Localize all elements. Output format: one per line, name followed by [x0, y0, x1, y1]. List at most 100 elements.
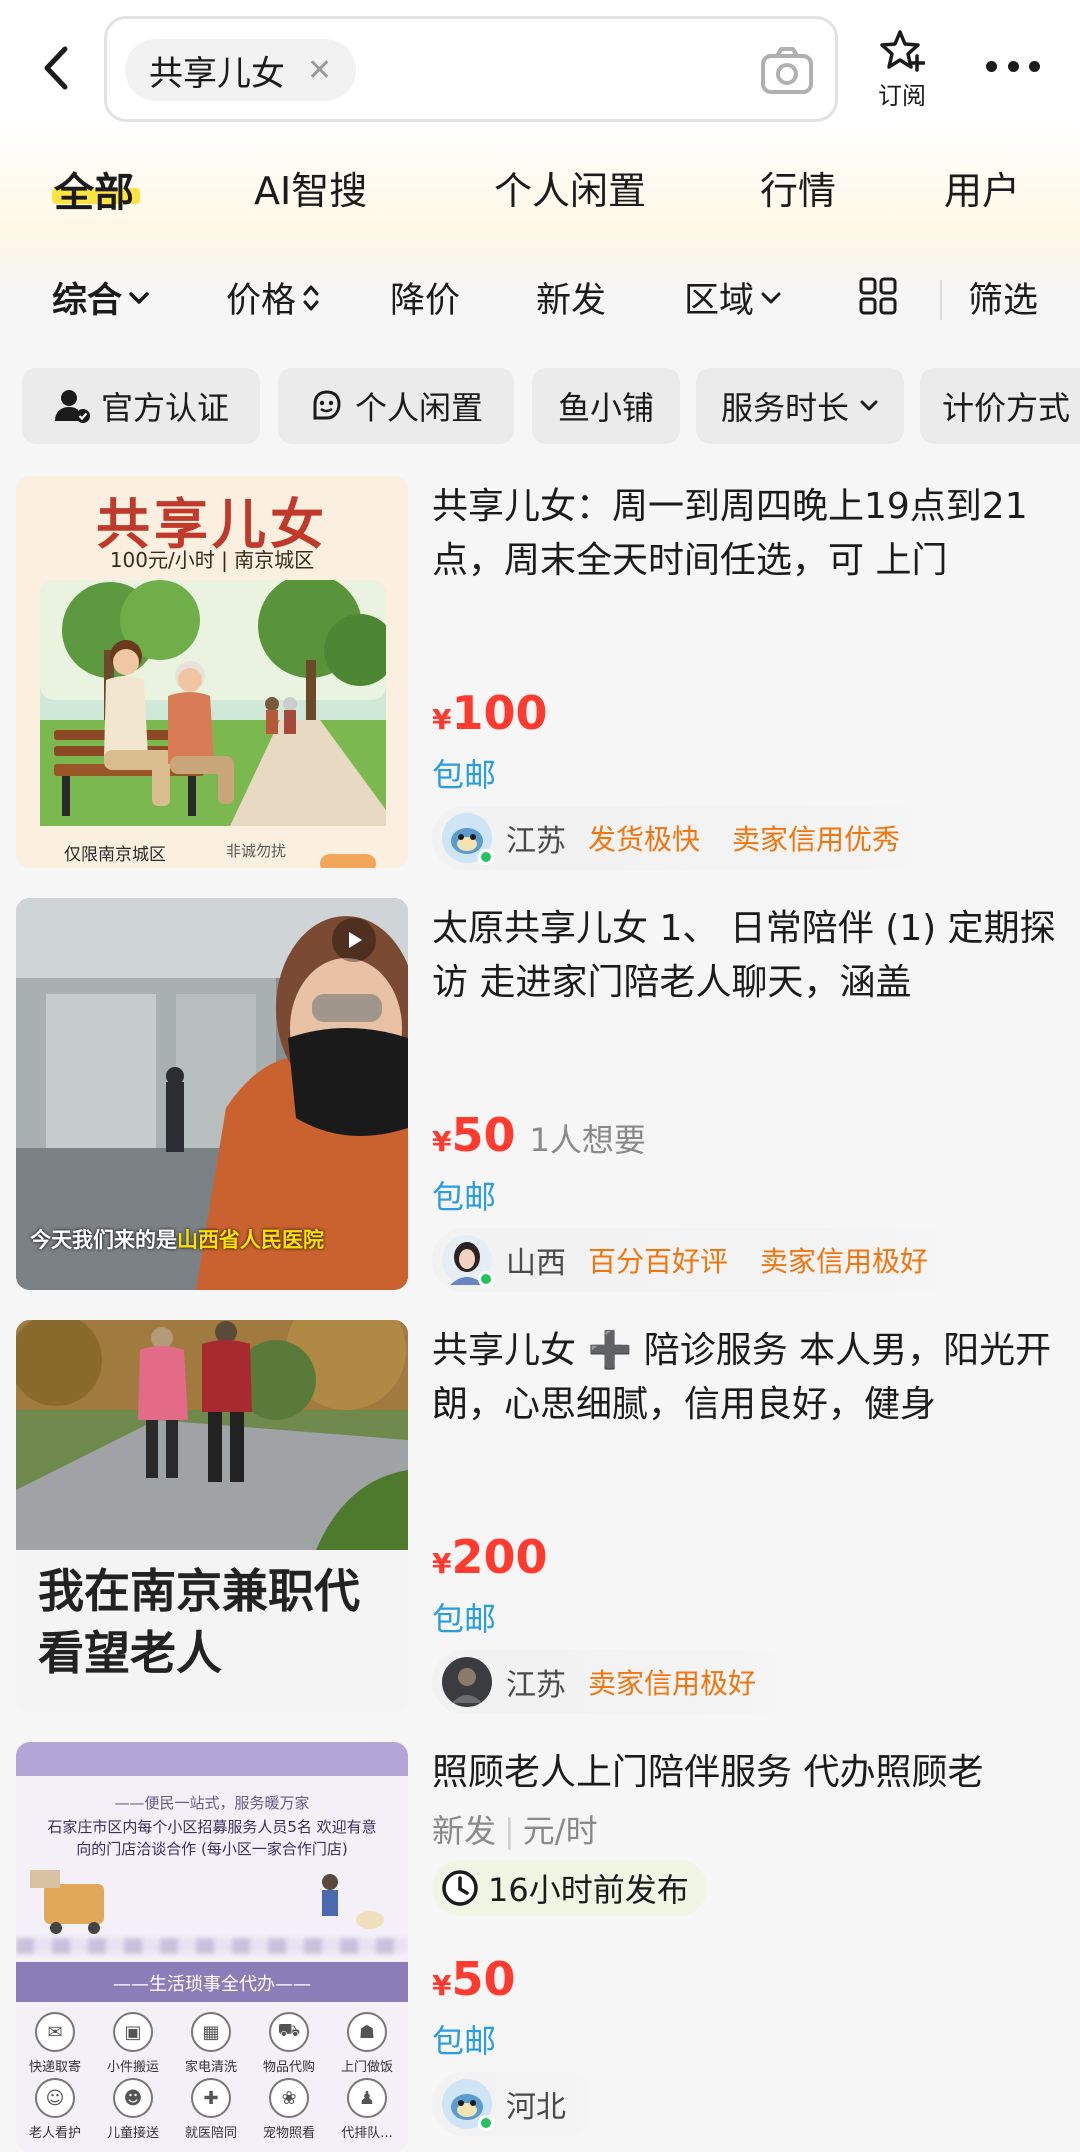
- listing-card[interactable]: 我在南京兼职代看望老人 共享儿女 ➕ 陪诊服务 本人男，阳光开朗，心思细腻，信用…: [0, 1320, 1080, 1720]
- meta-separator: |: [504, 1812, 515, 1850]
- price-value: 50: [451, 1108, 516, 1162]
- chip-service-duration[interactable]: 服务时长: [696, 368, 904, 444]
- thumb-header-band: [16, 1742, 408, 1776]
- currency-symbol: ¥: [432, 1125, 452, 1158]
- listing-title[interactable]: 太原共享儿女 1、 日常陪伴 (1) 定期探访 走进家门陪老人聊天，涵盖: [432, 902, 1060, 1010]
- appliance-icon: ▦: [191, 2012, 231, 2052]
- currency-symbol: ¥: [432, 703, 452, 736]
- filter-chips: 官方认证 个人闲置 鱼小铺 服务时长 计价方式: [0, 368, 1080, 446]
- sort-bar: 综合 价格 降价 新发 区域 筛选: [0, 262, 1080, 332]
- chip-fish-shop[interactable]: 鱼小铺: [532, 368, 680, 444]
- search-query-chip[interactable]: 共享儿女 ✕: [125, 39, 357, 101]
- elder-icon: ☺: [35, 2078, 75, 2118]
- seller-info[interactable]: 山西 百分百好评 卖家信用极好: [432, 1228, 973, 1292]
- subscribe-button[interactable]: 订阅: [870, 28, 934, 114]
- medical-cross-icon: ✚: [191, 2078, 231, 2118]
- thumb-slogan: ——便民一站式，服务暖万家: [114, 1794, 310, 1812]
- chip-label: 计价方式: [942, 389, 1071, 427]
- avatar: [442, 813, 494, 865]
- listing-thumbnail[interactable]: 今天我们来的是山西省人民医院: [16, 898, 408, 1290]
- service-item: ✚ 就医陪同: [172, 2078, 250, 2141]
- meta-unit: 元/时: [522, 1812, 598, 1850]
- camera-icon[interactable]: [759, 43, 815, 99]
- listing-thumbnail[interactable]: 共享儿女 100元/小时 | 南京城区 仅限南京城区 非诚勿扰: [16, 476, 408, 868]
- listing-card[interactable]: 共享儿女 100元/小时 | 南京城区 仅限南京城区 非诚勿扰 共享儿女：周一到…: [0, 476, 1080, 876]
- service-item: ☗ 上门做饭: [328, 2012, 406, 2075]
- service-item: ❀ 宠物照看: [250, 2078, 328, 2141]
- listing-title[interactable]: 照顾老人上门陪伴服务 代办照顾老: [432, 1746, 1060, 1800]
- service-label: 快递取寄: [28, 2060, 81, 2075]
- search-header: 共享儿女 ✕ 订阅: [0, 0, 1080, 130]
- tab-users[interactable]: 用户: [944, 160, 1020, 215]
- category-tabs: 全部 AI智搜 个人闲置 行情 用户: [0, 150, 1080, 230]
- star-plus-icon: [880, 30, 925, 72]
- seller-tag: 卖家信用优秀: [732, 823, 901, 856]
- delivery-illustration: [30, 1870, 384, 1934]
- service-item: ▦ 家电清洗: [172, 2012, 250, 2075]
- grid-view-icon[interactable]: [858, 276, 898, 316]
- tab-all[interactable]: 全部: [54, 160, 134, 218]
- seller-tag: 卖家信用极好: [760, 1245, 929, 1278]
- seller-info[interactable]: 江苏 发货极快 卖家信用优秀: [432, 806, 945, 870]
- online-status-dot: [478, 849, 494, 865]
- tab-personal-idle[interactable]: 个人闲置: [494, 160, 646, 215]
- listing-price: ¥100: [432, 686, 548, 740]
- service-item: ☺ 老人看护: [16, 2078, 94, 2141]
- sort-price-label: 价格: [226, 281, 297, 321]
- chip-pricing-method[interactable]: 计价方式: [920, 368, 1080, 444]
- thumb-footer-note: 非诚勿扰: [226, 842, 287, 860]
- sort-divider: [940, 280, 942, 320]
- listing-thumbnail[interactable]: ——便民一站式，服务暖万家 石家庄市区内每个小区招募服务人员5名 欢迎有意向的门…: [16, 1742, 408, 2152]
- price-value: 100: [451, 686, 548, 740]
- tab-ai-search[interactable]: AI智搜: [254, 160, 367, 215]
- more-button[interactable]: [986, 54, 1040, 78]
- service-item: ⛟ 物品代购: [250, 2012, 328, 2075]
- shipping-label: 包邮: [432, 1178, 497, 1216]
- verified-user-icon: [54, 390, 90, 423]
- back-button[interactable]: [34, 40, 78, 96]
- thumb-footer: 仅限南京城区: [64, 845, 166, 865]
- sort-price[interactable]: 价格: [226, 272, 320, 323]
- seller-info[interactable]: 江苏 卖家信用极好: [432, 1650, 801, 1714]
- currency-symbol: ¥: [432, 1547, 452, 1580]
- listing-card[interactable]: ——便民一站式，服务暖万家 石家庄市区内每个小区招募服务人员5名 欢迎有意向的门…: [0, 1742, 1080, 2152]
- chip-personal-idle[interactable]: 个人闲置: [278, 368, 514, 444]
- chip-official-verified[interactable]: 官方认证: [22, 368, 260, 444]
- sort-comprehensive[interactable]: 综合: [52, 272, 150, 323]
- box-icon: ▣: [113, 2012, 153, 2052]
- listing-title[interactable]: 共享儿女：周一到周四晚上19点到21点，周末全天时间任选，可 上门: [432, 480, 1060, 588]
- sort-price-drop[interactable]: 降价: [390, 272, 460, 323]
- service-item: ♟ 代排队...: [328, 2078, 406, 2141]
- service-item: ☻ 儿童接送: [94, 2078, 172, 2141]
- listing-title[interactable]: 共享儿女 ➕ 陪诊服务 本人男，阳光开朗，心思细腻，信用良好，健身: [432, 1324, 1060, 1432]
- sort-region-label: 区域: [684, 281, 755, 321]
- clear-query-icon[interactable]: ✕: [307, 53, 332, 88]
- seller-info[interactable]: 河北: [432, 2072, 600, 2136]
- search-query-text: 共享儿女: [149, 53, 285, 94]
- service-item: ✉ 快递取寄: [16, 2012, 94, 2075]
- park-illustration: [40, 580, 386, 826]
- play-icon[interactable]: [332, 918, 376, 962]
- sort-region[interactable]: 区域: [684, 272, 782, 323]
- service-label: 老人看护: [28, 2126, 81, 2141]
- filter-button[interactable]: 筛选: [968, 272, 1038, 323]
- online-status-dot: [478, 2115, 494, 2131]
- sort-updown-icon: [303, 285, 319, 310]
- queue-icon: ♟: [347, 2078, 387, 2118]
- listing-price: ¥50: [432, 1952, 516, 2006]
- sort-new[interactable]: 新发: [536, 272, 606, 323]
- listing-card[interactable]: 今天我们来的是山西省人民医院 太原共享儿女 1、 日常陪伴 (1) 定期探访 走…: [0, 898, 1080, 1298]
- thumb-text: 我在南京兼职代看望老人: [38, 1564, 360, 1680]
- price-row: ¥50 1人想要: [432, 1108, 646, 1162]
- service-label: 就医陪同: [184, 2126, 237, 2141]
- thumb-band-text: ——生活琐事全代办——: [113, 1974, 311, 1995]
- chip-label: 个人闲置: [354, 389, 483, 427]
- tab-market[interactable]: 行情: [760, 160, 836, 215]
- seller-region: 河北: [506, 2090, 566, 2125]
- child-icon: ☻: [113, 2078, 153, 2118]
- chip-label: 服务时长: [720, 389, 849, 427]
- meta-new: 新发: [432, 1812, 497, 1850]
- posted-time: 16小时前发布: [488, 1871, 689, 1909]
- listing-thumbnail[interactable]: 我在南京兼职代看望老人: [16, 1320, 408, 1712]
- search-input[interactable]: 共享儿女 ✕: [104, 16, 838, 122]
